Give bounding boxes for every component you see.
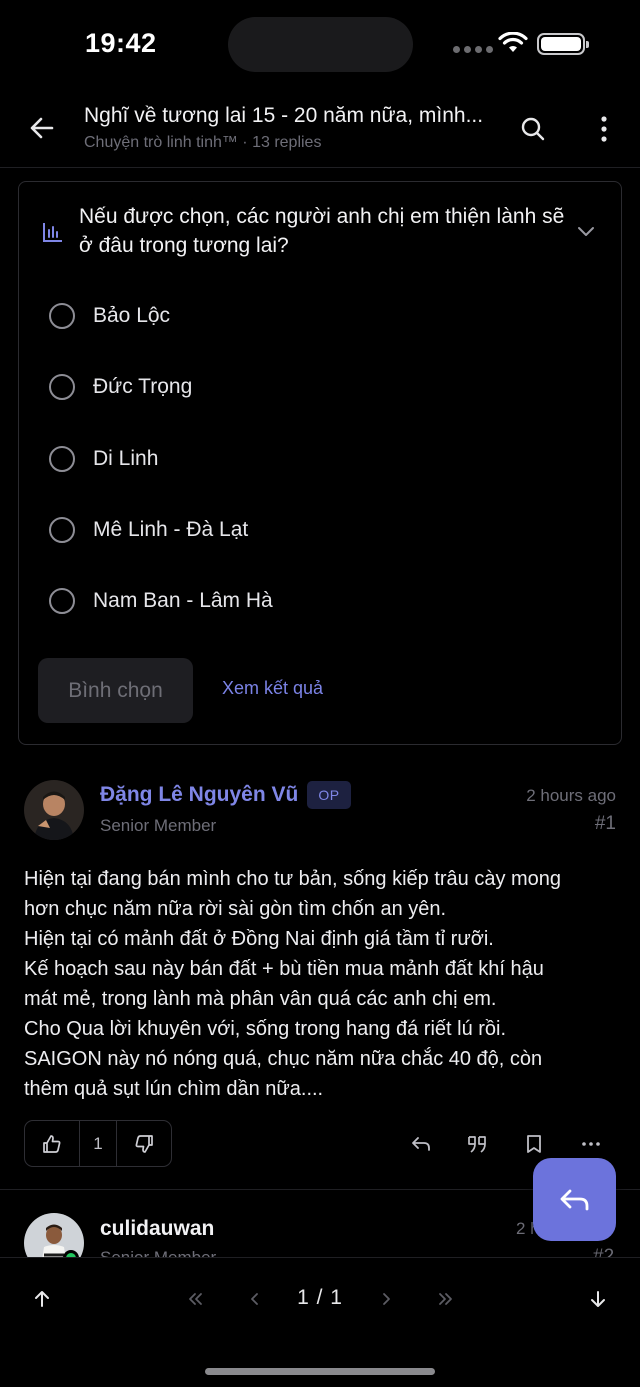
thumbs-up-icon bbox=[43, 1134, 61, 1153]
poll-card: Nếu được chọn, các người anh chị em thiệ… bbox=[18, 181, 622, 745]
reply-fab[interactable] bbox=[533, 1158, 616, 1241]
post-body: Hiện tại đang bán mình cho tư bản, sống … bbox=[24, 864, 624, 1104]
signal-icon bbox=[453, 40, 497, 58]
chevron-down-icon[interactable] bbox=[575, 220, 597, 242]
more-horizontal-icon bbox=[582, 1142, 600, 1146]
post-text-line: Hiện tại có mảnh đất ở Đồng Nai định giá… bbox=[24, 928, 494, 950]
poll-option-label: Mê Linh - Đà Lạt bbox=[93, 518, 249, 541]
page-indicator[interactable]: 1 / 1 bbox=[0, 1286, 640, 1310]
dynamic-island bbox=[228, 17, 413, 72]
next-page-button[interactable] bbox=[371, 1284, 401, 1314]
radio-button[interactable] bbox=[49, 446, 75, 472]
bookmark-icon bbox=[527, 1135, 541, 1153]
post-text-line: hơn chục năm nữa rời sài gòn tìm chốn an… bbox=[24, 898, 447, 920]
more-horizontal-button[interactable] bbox=[577, 1130, 605, 1158]
poll-option[interactable]: Di Linh bbox=[49, 439, 549, 479]
author-rank: Senior Member bbox=[100, 816, 217, 835]
thread-subtitle[interactable]: Chuyện trò linh tinh™ · 13 replies bbox=[84, 134, 321, 152]
post-text-line: thêm quả sụt lún chìm dần nữa.... bbox=[24, 1078, 324, 1100]
like-button[interactable] bbox=[25, 1121, 80, 1166]
home-indicator[interactable] bbox=[205, 1368, 435, 1375]
poll-option[interactable]: Mê Linh - Đà Lạt bbox=[49, 510, 549, 550]
thread-header: Nghĩ về tương lai 15 - 20 năm nữa, mình.… bbox=[0, 90, 640, 168]
pagination-bar: 1 / 1 bbox=[0, 1257, 640, 1387]
radio-button[interactable] bbox=[49, 374, 75, 400]
post-author[interactable]: culidauwan bbox=[100, 1217, 214, 1241]
poll-question: Nếu được chọn, các người anh chị em thiệ… bbox=[79, 205, 565, 257]
last-page-button[interactable] bbox=[431, 1284, 461, 1314]
post-text-line: Kế hoạch sau này bán đất + bù tiền mua m… bbox=[24, 958, 544, 980]
op-badge: OP bbox=[307, 781, 351, 809]
poll-option-label: Di Linh bbox=[93, 447, 159, 470]
bookmark-button[interactable] bbox=[520, 1130, 548, 1158]
reply-icon bbox=[560, 1189, 588, 1210]
battery-icon bbox=[537, 33, 589, 55]
post-number[interactable]: #1 bbox=[595, 813, 616, 835]
chevron-right-icon bbox=[383, 1293, 390, 1305]
poll-option[interactable]: Đức Trọng bbox=[49, 367, 549, 407]
thread-title: Nghĩ về tương lai 15 - 20 năm nữa, mình.… bbox=[84, 104, 484, 127]
poll-option[interactable]: Bảo Lộc bbox=[49, 296, 549, 336]
poll-option[interactable]: Nam Ban - Lâm Hà bbox=[49, 581, 549, 621]
status-time: 19:42 bbox=[85, 28, 157, 58]
radio-button[interactable] bbox=[49, 303, 75, 329]
view-results-link[interactable]: Xem kết quả bbox=[222, 678, 323, 699]
poll-option-label: Đức Trọng bbox=[93, 375, 193, 398]
dislike-button[interactable] bbox=[117, 1121, 171, 1166]
reply-button[interactable] bbox=[407, 1130, 435, 1158]
quote-button[interactable] bbox=[463, 1130, 491, 1158]
post-text-line: Cho Qua lời khuyên với, sống trong hang … bbox=[24, 1018, 507, 1040]
bar-chart-icon bbox=[43, 223, 62, 242]
radio-button[interactable] bbox=[49, 517, 75, 543]
scroll-bottom-button[interactable] bbox=[583, 1284, 613, 1314]
more-vertical-icon[interactable] bbox=[590, 114, 618, 144]
post-text-line: Hiện tại đang bán mình cho tư bản, sống … bbox=[24, 868, 562, 890]
poll-option-label: Nam Ban - Lâm Hà bbox=[93, 589, 273, 612]
arrow-left-icon[interactable] bbox=[26, 112, 58, 144]
post-timestamp: 2 hours ago bbox=[526, 786, 616, 805]
quote-icon bbox=[468, 1136, 486, 1153]
vote-group: 1 bbox=[24, 1120, 172, 1167]
avatar[interactable] bbox=[24, 780, 84, 840]
wifi-icon bbox=[498, 32, 528, 52]
vote-button[interactable]: Bình chọn bbox=[38, 658, 193, 723]
poll-option-label: Bảo Lộc bbox=[93, 304, 171, 327]
post-text-line: SAIGON này nó nóng quá, chục năm nữa chắ… bbox=[24, 1048, 543, 1070]
arrow-down-icon bbox=[591, 1291, 605, 1307]
radio-button[interactable] bbox=[49, 588, 75, 614]
reply-icon bbox=[412, 1137, 430, 1151]
thumbs-down-icon bbox=[135, 1134, 153, 1153]
status-bar: 19:42 bbox=[0, 0, 640, 90]
search-icon[interactable] bbox=[518, 114, 548, 144]
chevrons-right-icon bbox=[439, 1293, 452, 1305]
post-text-line: mát mẻ, trong lành mà phân vân quá các a… bbox=[24, 988, 497, 1010]
post-author[interactable]: Đặng Lê Nguyên Vũ bbox=[100, 783, 298, 807]
like-count: 1 bbox=[80, 1121, 117, 1166]
